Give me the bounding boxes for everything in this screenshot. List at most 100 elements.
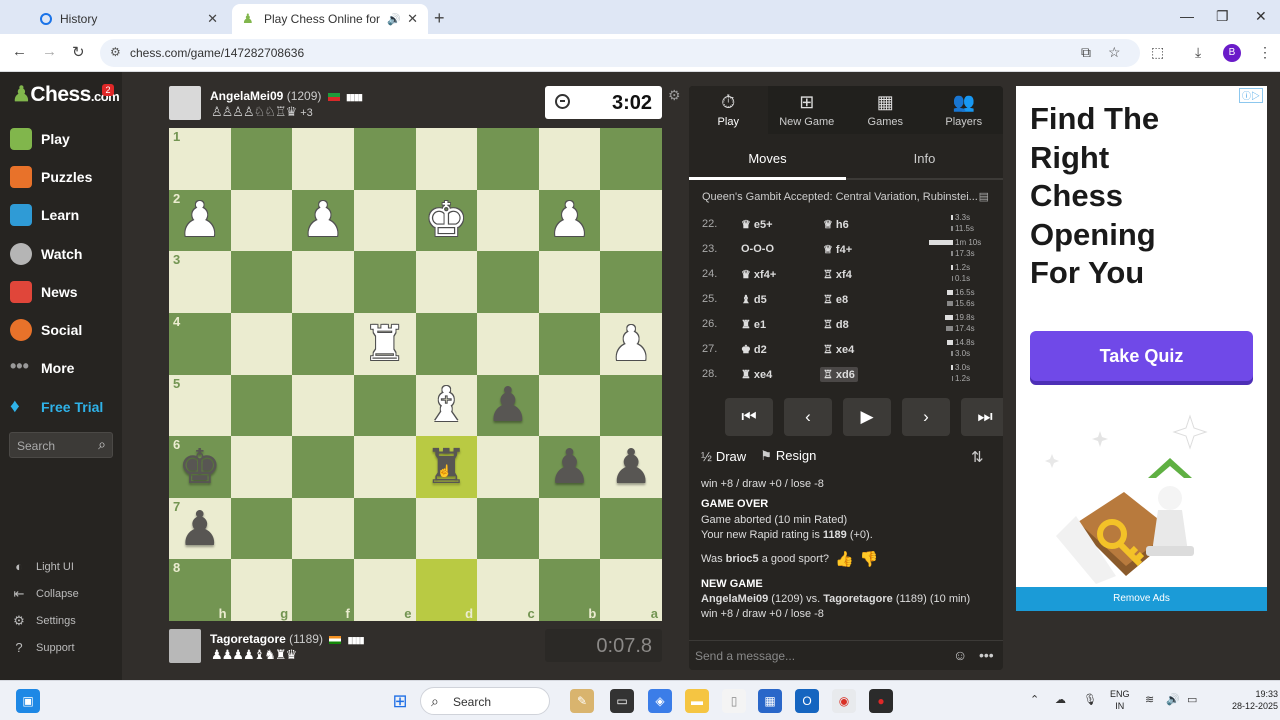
tab-new-game[interactable]: ⊞ New Game	[768, 86, 847, 134]
notepad-icon[interactable]: ▯	[722, 689, 746, 713]
board-square[interactable]	[292, 312, 354, 375]
sidebar-item-social[interactable]: Social	[10, 319, 82, 341]
white-piece[interactable]: ♜	[363, 320, 406, 368]
board-square[interactable]	[230, 251, 293, 313]
board-square[interactable]	[415, 128, 478, 190]
board-square[interactable]	[477, 312, 539, 375]
board-square[interactable]: 7 ♟	[169, 497, 231, 560]
close-window-icon[interactable]: ✕	[1255, 8, 1267, 25]
thumbs-down-icon[interactable]: 👎	[860, 550, 879, 568]
thumbs-up-icon[interactable]: 👍	[835, 550, 854, 568]
ad-choices-icon[interactable]: ⓘ▷	[1238, 88, 1263, 103]
board-square[interactable]	[292, 128, 354, 190]
black-move[interactable]: ♖ xd6	[820, 367, 858, 382]
board-square[interactable]: b	[538, 559, 601, 621]
take-quiz-button[interactable]: Take Quiz	[1030, 331, 1253, 381]
white-piece[interactable]: ♟	[178, 196, 221, 244]
board-square[interactable]	[353, 374, 416, 437]
minimize-icon[interactable]: —	[1180, 8, 1194, 24]
new-tab-plus-icon[interactable]: +	[434, 8, 445, 29]
board-square[interactable]	[600, 128, 662, 190]
board-square[interactable]	[292, 436, 354, 498]
outlook-icon[interactable]: O	[795, 689, 819, 713]
more-options-icon[interactable]: •••	[979, 647, 994, 663]
board-square[interactable]	[415, 251, 478, 313]
app-icon[interactable]: ●	[869, 689, 893, 713]
copilot-icon[interactable]: ◈	[648, 689, 672, 713]
move-list[interactable]: 22. ♛ e5+ ♕ h6 3.3s 11.5s 23. O-O-O ♕ f4+ 1m 10s…	[689, 212, 1003, 383]
board-square[interactable]	[477, 436, 539, 498]
tab-players[interactable]: 👥 Players	[925, 86, 1004, 134]
board-square[interactable]: 8h	[169, 559, 231, 621]
draw-button[interactable]: ½ Draw	[701, 449, 746, 464]
board-square[interactable]	[230, 436, 293, 498]
white-piece[interactable]: ♟	[548, 196, 591, 244]
board-square[interactable]: ♟	[538, 189, 601, 252]
remove-ads-button[interactable]: Remove Ads	[1016, 587, 1267, 611]
reload-icon[interactable]: ↻	[72, 43, 85, 61]
sidebar-search-input[interactable]: Search ⌕	[9, 432, 113, 458]
tab-info[interactable]: Info	[846, 142, 1003, 180]
black-move[interactable]: ♕ h6	[823, 218, 849, 231]
forward-arrow-icon[interactable]: →	[42, 43, 57, 60]
board-square[interactable]: ♜	[353, 312, 416, 375]
wifi-icon[interactable]: ≋	[1145, 693, 1154, 706]
white-piece[interactable]: ♝	[425, 381, 468, 429]
sidebar-item-learn[interactable]: Learn	[10, 204, 79, 226]
tab-chess[interactable]: ♟ Play Chess Online for FREE 🔊 ✕	[232, 4, 428, 34]
maximize-icon[interactable]: ❐	[1216, 8, 1229, 25]
white-move[interactable]: ♛ xf4+	[741, 268, 776, 281]
board-square[interactable]	[477, 189, 539, 252]
previous-move-button[interactable]: ‹	[784, 398, 832, 436]
black-move[interactable]: ♖ d8	[823, 318, 849, 331]
board-square[interactable]	[292, 374, 354, 437]
board-square[interactable]: 1	[169, 128, 231, 190]
opening-name[interactable]: Queen's Gambit Accepted: Central Variati…	[689, 186, 1003, 210]
board-square[interactable]	[600, 497, 662, 560]
tab-history[interactable]: History ✕	[30, 4, 228, 34]
board-square[interactable]	[600, 374, 662, 437]
board-square[interactable]	[477, 128, 539, 190]
white-piece[interactable]: ♚	[425, 196, 468, 244]
board-square[interactable]	[230, 497, 293, 560]
site-info-icon[interactable]: ⚙	[110, 45, 121, 59]
search-highlight-icon[interactable]: ✎	[570, 689, 594, 713]
white-move[interactable]: ♜ xe4	[741, 368, 772, 381]
sidebar-support[interactable]: ? Support	[12, 640, 74, 655]
board-square[interactable]	[230, 374, 293, 437]
extensions-icon[interactable]: ⬚	[1151, 44, 1164, 61]
last-move-button[interactable]: ⏭	[961, 398, 1003, 436]
board-square[interactable]	[600, 189, 662, 252]
board-square[interactable]: ♟	[600, 436, 662, 498]
white-piece[interactable]: ♟	[302, 196, 345, 244]
back-arrow-icon[interactable]: ←	[12, 43, 27, 60]
board-square[interactable]	[353, 436, 416, 498]
board-square[interactable]: ♟	[600, 312, 662, 375]
black-move[interactable]: ♕ f4+	[823, 243, 852, 256]
board-square[interactable]: ♝	[415, 374, 478, 437]
microphone-icon[interactable]: 🎙	[1083, 693, 1097, 706]
board-square[interactable]: 6 ♚	[169, 436, 231, 498]
sidebar-settings[interactable]: ⚙ Settings	[12, 613, 76, 629]
install-app-icon[interactable]: ⧉	[1081, 44, 1091, 61]
sidebar-item-watch[interactable]: Watch	[10, 243, 82, 265]
chat-input[interactable]: Send a message... ☺ •••	[689, 640, 1003, 670]
flip-board-icon[interactable]: ⇅	[971, 448, 984, 466]
close-tab-icon[interactable]: ✕	[407, 11, 418, 27]
board-square[interactable]	[538, 374, 601, 437]
black-piece[interactable]: ♟	[610, 443, 653, 491]
white-piece[interactable]: ♟	[610, 320, 653, 368]
board-square[interactable]	[477, 497, 539, 560]
board-square[interactable]: ♚	[415, 189, 478, 252]
system-clock[interactable]: 19:33 28-12-2025	[1232, 688, 1278, 712]
board-square[interactable]: a	[600, 559, 662, 621]
board-square[interactable]: g	[230, 559, 293, 621]
opening-book-icon[interactable]: ▤	[979, 190, 989, 203]
top-player-name[interactable]: AngelaMei09	[210, 89, 283, 103]
sidebar-item-play[interactable]: Play	[10, 128, 70, 150]
chrome-icon[interactable]: ◉	[832, 689, 856, 713]
sidebar-item-more[interactable]: ••• More	[10, 357, 74, 379]
black-move[interactable]: ♖ xe4	[823, 343, 854, 356]
play-moves-button[interactable]: ▶	[843, 398, 891, 436]
board-square[interactable]: 3	[169, 251, 231, 313]
